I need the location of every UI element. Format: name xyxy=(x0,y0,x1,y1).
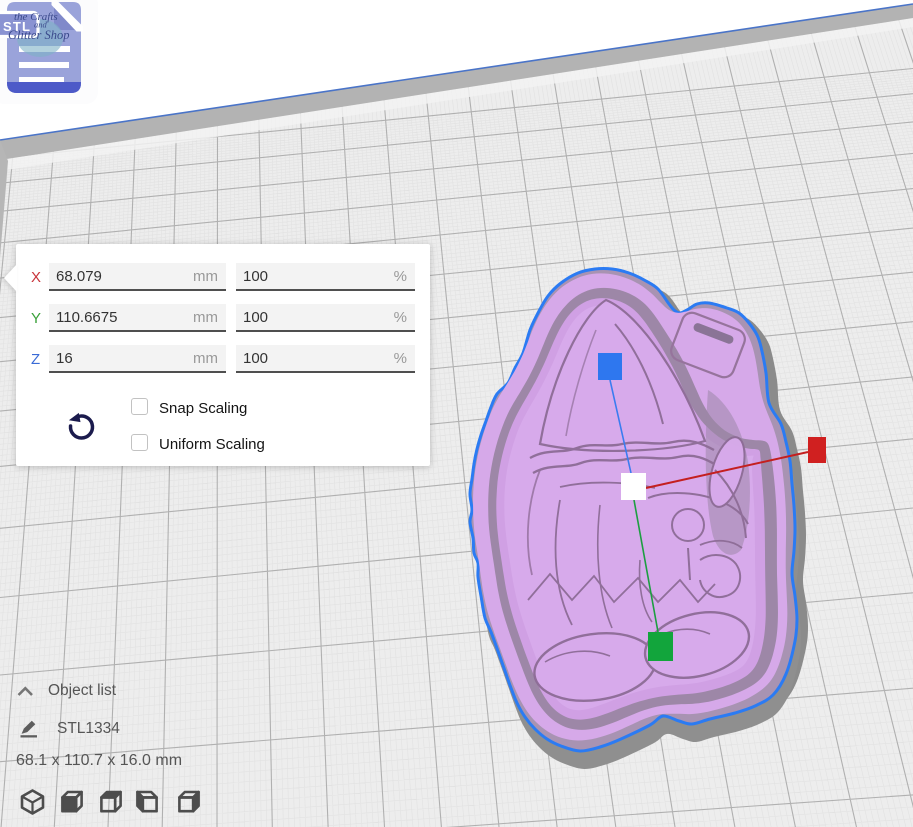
svg-text:Glitter Shop: Glitter Shop xyxy=(8,28,69,42)
